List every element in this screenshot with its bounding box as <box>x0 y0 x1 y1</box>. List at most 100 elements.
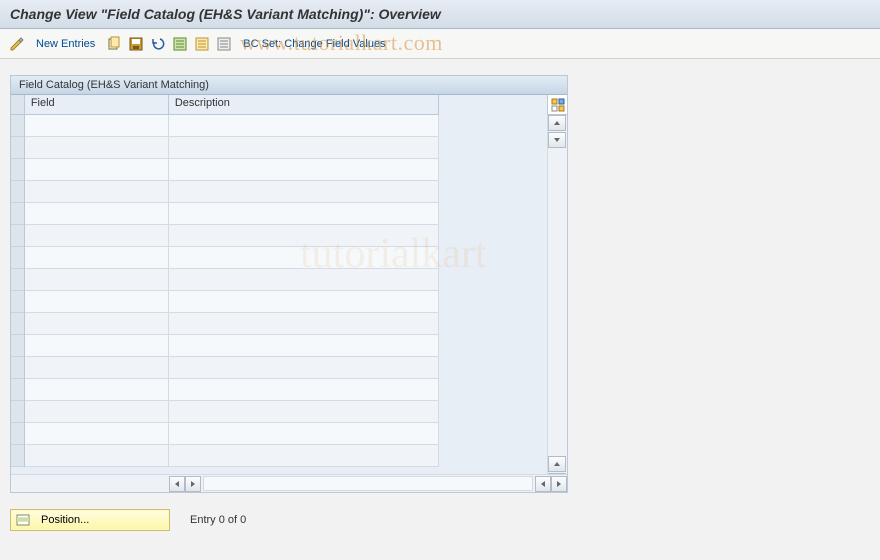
copy-as-icon[interactable] <box>105 35 123 53</box>
cell-description[interactable] <box>169 291 439 312</box>
row-selector[interactable] <box>11 115 24 137</box>
scroll-up-icon[interactable] <box>548 456 566 472</box>
cell-field[interactable] <box>25 115 169 136</box>
cell-field[interactable] <box>25 445 169 466</box>
select-block-icon[interactable] <box>193 35 211 53</box>
scroll-up-icon[interactable] <box>548 115 566 131</box>
table-row[interactable] <box>25 335 439 357</box>
cell-field[interactable] <box>25 269 169 290</box>
column-header-description[interactable]: Description <box>169 95 439 114</box>
row-selector[interactable] <box>11 225 24 247</box>
cell-description[interactable] <box>169 401 439 422</box>
table-row[interactable] <box>25 269 439 291</box>
cell-description[interactable] <box>169 313 439 334</box>
scroll-left-icon[interactable] <box>535 476 551 492</box>
cell-description[interactable] <box>169 225 439 246</box>
position-button[interactable]: Position... <box>10 509 170 531</box>
cell-field[interactable] <box>25 159 169 180</box>
row-selector[interactable] <box>11 137 24 159</box>
row-selector[interactable] <box>11 335 24 357</box>
hscroll-track[interactable] <box>203 476 533 491</box>
title-text: Change View "Field Catalog (EH&S Variant… <box>10 6 441 22</box>
entry-count-text: Entry 0 of 0 <box>190 514 246 526</box>
table-row[interactable] <box>25 401 439 423</box>
table-body <box>25 115 439 467</box>
deselect-all-icon[interactable] <box>215 35 233 53</box>
position-label: Position... <box>41 514 89 526</box>
row-selector[interactable] <box>11 247 24 269</box>
vertical-scrollbar[interactable] <box>547 115 567 489</box>
row-selector[interactable] <box>11 423 24 445</box>
page-title: Change View "Field Catalog (EH&S Variant… <box>0 0 880 29</box>
row-selector[interactable] <box>11 401 24 423</box>
panel-title: Field Catalog (EH&S Variant Matching) <box>11 76 567 95</box>
cell-description[interactable] <box>169 423 439 444</box>
cell-description[interactable] <box>169 335 439 356</box>
save-icon[interactable] <box>127 35 145 53</box>
cell-field[interactable] <box>25 181 169 202</box>
cell-field[interactable] <box>25 357 169 378</box>
table-row[interactable] <box>25 225 439 247</box>
table-row[interactable] <box>25 423 439 445</box>
table-row[interactable] <box>25 115 439 137</box>
scroll-right-icon[interactable] <box>551 476 567 492</box>
cell-field[interactable] <box>25 137 169 158</box>
table-row[interactable] <box>25 379 439 401</box>
table-row[interactable] <box>25 291 439 313</box>
table-header-row: Field Description <box>25 95 439 115</box>
cell-field[interactable] <box>25 247 169 268</box>
cell-field[interactable] <box>25 423 169 444</box>
table-row[interactable] <box>25 159 439 181</box>
undo-change-icon[interactable] <box>149 35 167 53</box>
table-row[interactable] <box>25 445 439 467</box>
scroll-down-icon[interactable] <box>548 132 566 148</box>
row-selector[interactable] <box>11 159 24 181</box>
column-header-field[interactable]: Field <box>25 95 169 114</box>
table-row[interactable] <box>25 313 439 335</box>
cell-field[interactable] <box>25 313 169 334</box>
row-selector[interactable] <box>11 445 24 467</box>
row-selector-column <box>11 95 25 467</box>
table-grid: Field Description <box>25 95 439 467</box>
cell-description[interactable] <box>169 269 439 290</box>
cell-description[interactable] <box>169 159 439 180</box>
cell-field[interactable] <box>25 203 169 224</box>
cell-field[interactable] <box>25 379 169 400</box>
horizontal-scrollbar[interactable] <box>11 474 567 492</box>
select-all-icon[interactable] <box>171 35 189 53</box>
new-entries-button[interactable]: New Entries <box>36 38 95 50</box>
cell-field[interactable] <box>25 335 169 356</box>
cell-description[interactable] <box>169 137 439 158</box>
cell-field[interactable] <box>25 401 169 422</box>
row-selector[interactable] <box>11 313 24 335</box>
cell-field[interactable] <box>25 291 169 312</box>
table-row[interactable] <box>25 247 439 269</box>
cell-description[interactable] <box>169 445 439 466</box>
row-selector-header[interactable] <box>11 95 24 115</box>
table-row[interactable] <box>25 203 439 225</box>
row-selector[interactable] <box>11 203 24 225</box>
table-row[interactable] <box>25 137 439 159</box>
row-selector[interactable] <box>11 181 24 203</box>
scroll-right-icon[interactable] <box>185 476 201 492</box>
cell-field[interactable] <box>25 225 169 246</box>
row-selector[interactable] <box>11 379 24 401</box>
row-selector[interactable] <box>11 291 24 313</box>
table-row[interactable] <box>25 357 439 379</box>
footer-bar: Position... Entry 0 of 0 <box>0 497 880 543</box>
cell-description[interactable] <box>169 203 439 224</box>
bc-set-button[interactable]: BC Set: Change Field Values <box>243 38 385 50</box>
table-row[interactable] <box>25 181 439 203</box>
cell-description[interactable] <box>169 247 439 268</box>
row-selector[interactable] <box>11 357 24 379</box>
table-panel: Field Catalog (EH&S Variant Matching) Fi… <box>10 75 568 493</box>
scroll-left-icon[interactable] <box>169 476 185 492</box>
toggle-display-change-icon[interactable] <box>8 35 26 53</box>
row-selector[interactable] <box>11 269 24 291</box>
table-settings-icon[interactable] <box>547 95 567 115</box>
cell-description[interactable] <box>169 379 439 400</box>
cell-description[interactable] <box>169 357 439 378</box>
application-toolbar: New Entries BC Set: Change Field Values <box>0 29 880 59</box>
cell-description[interactable] <box>169 181 439 202</box>
cell-description[interactable] <box>169 115 439 136</box>
